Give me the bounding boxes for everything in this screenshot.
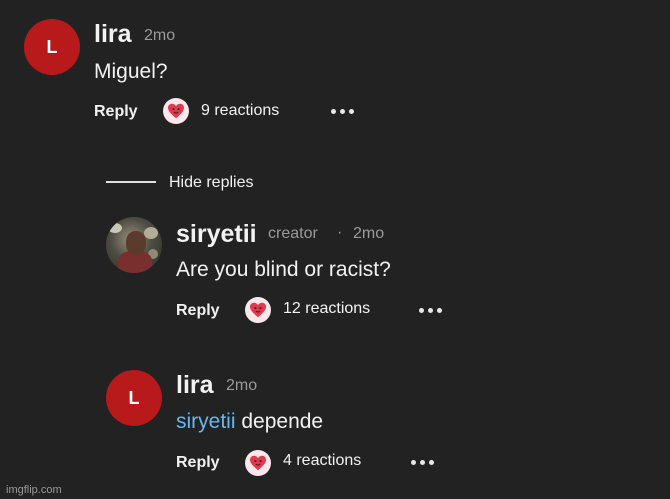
avatar-siryetii[interactable] [106,217,162,273]
comment-username[interactable]: lira [94,20,132,49]
more-dots-icon[interactable] [411,460,434,465]
comment-timestamp: 2mo [353,225,385,242]
avatar-lira[interactable]: L [24,19,80,75]
reply-button[interactable]: Reply [176,302,220,320]
reactions-count[interactable]: 12 reactions [283,300,370,318]
heart-face-icon[interactable] [245,297,271,323]
comment-timestamp: 2mo [144,27,176,44]
reactions-count[interactable]: 9 reactions [201,102,279,120]
mention-link[interactable]: siryetii [176,410,236,433]
avatar-letter: L [128,387,140,408]
comment-text: Miguel? [94,60,168,83]
reactions-count[interactable]: 4 reactions [283,452,361,470]
comment-text: Are you blind or racist? [176,258,391,281]
comment-timestamp: 2mo [226,377,258,394]
more-dots-icon[interactable] [419,308,442,313]
comment-text-body: depende [241,410,324,433]
comment-text: siryetii depende [176,410,323,434]
hide-replies-button[interactable]: Hide replies [169,174,253,192]
reply-button[interactable]: Reply [94,103,138,121]
comment-username[interactable]: siryetii [176,220,257,249]
avatar-letter: L [46,36,58,57]
heart-face-icon[interactable] [163,98,189,124]
meta-separator: · [337,224,343,241]
more-dots-icon[interactable] [331,109,354,114]
watermark: imgflip.com [6,484,62,496]
heart-face-icon[interactable] [245,450,271,476]
hide-replies-divider [106,181,156,183]
creator-badge: creator [268,225,318,242]
avatar-lira[interactable]: L [106,370,162,426]
reply-button[interactable]: Reply [176,454,220,472]
comment-thread-panel: L lira 2mo Miguel? Reply 9 reactions Hid… [0,0,670,499]
comment-username[interactable]: lira [176,371,214,400]
